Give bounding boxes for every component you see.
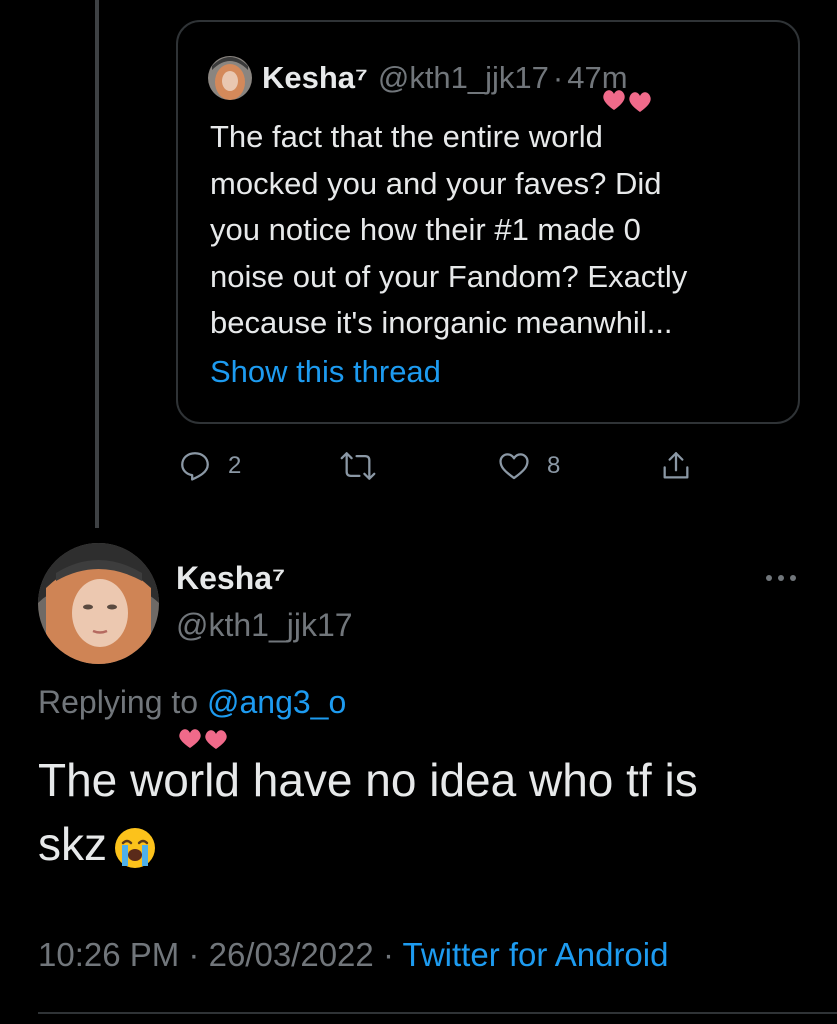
reply-bubble-icon <box>181 452 209 481</box>
reply-action[interactable]: 2 <box>178 446 241 486</box>
show-this-thread-link[interactable]: Show this thread <box>210 354 441 390</box>
like-count: 8 <box>547 452 561 479</box>
share-icon <box>663 452 689 479</box>
quoted-tweet-text: The fact that the entire world mocked yo… <box>210 114 780 347</box>
loudly-crying-face-emoji <box>115 827 155 868</box>
reply-count: 2 <box>228 452 242 479</box>
replying-mention-link[interactable]: @ang3_o <box>207 684 346 720</box>
tweet-text-line: The world have no idea who tf is <box>38 754 698 806</box>
tweet-source-link[interactable]: Twitter for Android <box>403 936 669 973</box>
author-avatar[interactable] <box>38 543 159 664</box>
like-action[interactable]: 8 <box>497 446 560 486</box>
heart-doodle-icon <box>603 90 651 112</box>
replying-prefix: Replying to <box>38 684 199 720</box>
quoted-text-line: because it's inorganic meanwhil... <box>210 305 673 340</box>
quoted-text-line: you notice how their #1 made 0 <box>210 212 641 247</box>
tweet-text-line: skz <box>38 812 798 876</box>
tweet-time[interactable]: 10:26 PM <box>38 936 179 973</box>
quoted-author-handle[interactable]: @kth1_jjk17 <box>378 60 549 96</box>
replying-to-line: Replying to @ang3_o <box>38 684 346 721</box>
retweet-icon <box>340 452 376 480</box>
retweet-action[interactable] <box>338 446 378 486</box>
meta-separator: · <box>382 936 394 973</box>
quoted-tweet-card[interactable]: Kesha⁷ @kth1_jjk17 · 47m The fact that t… <box>176 20 800 424</box>
quoted-tweet-header: Kesha⁷ @kth1_jjk17 · 47m <box>208 56 628 100</box>
tweet-meta: 10:26 PM · 26/03/2022 · Twitter for Andr… <box>38 936 668 974</box>
quoted-text-line: The fact that the entire world <box>210 119 603 154</box>
thread-connector-line <box>95 0 99 528</box>
divider <box>38 1012 837 1014</box>
author-handle[interactable]: @kth1_jjk17 <box>176 607 353 644</box>
tweet-text-line-content: skz <box>38 818 107 870</box>
more-horizontal-icon[interactable] <box>763 568 799 588</box>
quoted-text-line: noise out of your Fandom? Exactly <box>210 258 688 294</box>
heart-outline-icon <box>499 453 529 480</box>
meta-separator: · <box>188 936 200 973</box>
author-name[interactable]: Kesha⁷ <box>176 560 285 597</box>
quoted-author-avatar[interactable] <box>208 56 252 100</box>
quoted-text-line: mocked you and your faves? Did <box>210 165 662 201</box>
tweet-text: The world have no idea who tf is skz <box>38 748 798 876</box>
quoted-time-separator: · <box>552 60 564 95</box>
tweet-date[interactable]: 26/03/2022 <box>209 936 374 973</box>
quoted-author-name[interactable]: Kesha⁷ <box>262 60 368 96</box>
share-action[interactable] <box>659 446 693 486</box>
